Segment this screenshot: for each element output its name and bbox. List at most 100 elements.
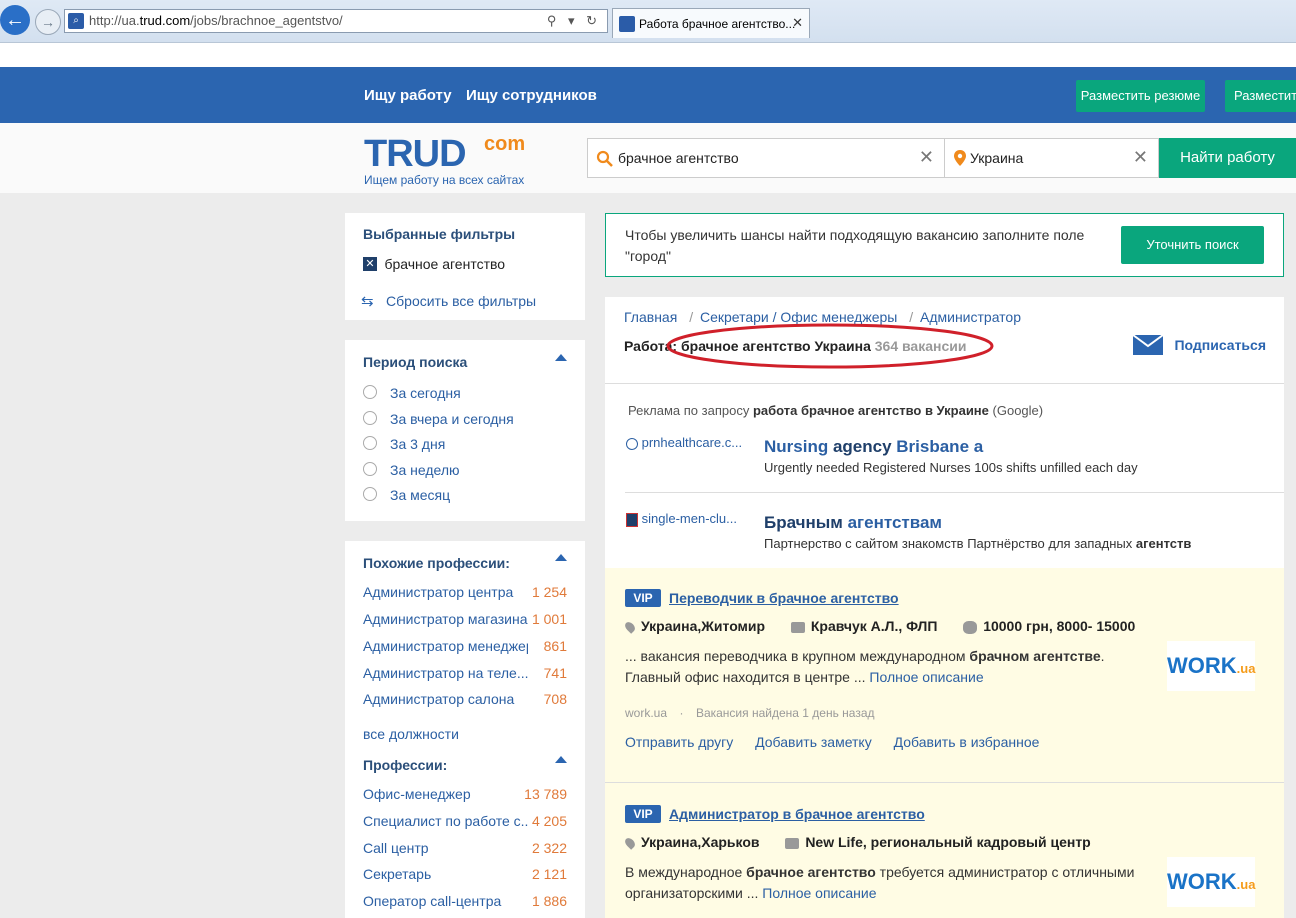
address-bar[interactable]: ⌕ http://ua.trud.com/jobs/brachnoe_agent…	[64, 9, 608, 33]
site-favicon-icon: ⌕	[68, 13, 84, 29]
back-arrow-icon[interactable]: ←	[0, 5, 30, 35]
search-area: TRUD com Ищем работу на всех сайтах брач…	[0, 123, 1296, 193]
similar-title: Похожие профессии:	[363, 555, 510, 571]
collapse-triangle-icon[interactable]	[555, 354, 567, 361]
search-period-panel: Период поиска За сегодня За вчера и сего…	[345, 340, 585, 521]
workua-logo[interactable]: WORK.ua	[1167, 857, 1255, 907]
collapse-triangle-icon[interactable]	[555, 756, 567, 763]
radio-month[interactable]	[363, 487, 377, 501]
workua-logo[interactable]: WORK.ua	[1167, 641, 1255, 691]
radio-3days[interactable]	[363, 436, 377, 450]
clear-query-icon[interactable]: ✕	[919, 147, 934, 168]
subscribe-link[interactable]: Подписаться	[1132, 334, 1266, 356]
radio-today[interactable]	[363, 385, 377, 399]
clear-location-icon[interactable]: ✕	[1133, 147, 1148, 168]
job-card: VIP Администратор в брачное агентство Ук…	[605, 783, 1284, 918]
period-option[interactable]: За 3 дня	[390, 436, 445, 452]
ad-desc: Urgently needed Registered Nurses 100s s…	[764, 460, 1138, 475]
search-input[interactable]: брачное агентство ✕	[587, 138, 945, 178]
ads-label: Реклама по запросу работа брачное агентс…	[628, 403, 1044, 418]
tab-title: Работа брачное агентство...	[639, 17, 796, 31]
results-header: Главная / Секретари / Офис менеджеры / А…	[605, 297, 1284, 384]
post-vacancy-button[interactable]: Разместить	[1225, 80, 1296, 112]
nav-find-job[interactable]: Ищу работу	[364, 87, 452, 104]
location-input[interactable]: Украина ✕	[944, 138, 1159, 178]
notice-text: Чтобы увеличить шансы найти подходящую в…	[625, 227, 1085, 264]
professions-panel: Похожие профессии: Администратор центра 1…	[345, 541, 585, 918]
job-title-link[interactable]: Переводчик в брачное агентство	[669, 590, 899, 606]
envelope-icon	[1132, 334, 1164, 355]
period-option[interactable]: За месяц	[390, 487, 450, 503]
list-item[interactable]: Оператор call-центра 1 886	[363, 893, 567, 909]
location-pin-icon	[954, 150, 966, 166]
red-ellipse-annotation	[666, 323, 994, 369]
post-resume-button[interactable]: Разместить резюме	[1076, 80, 1205, 112]
divider	[625, 492, 1284, 493]
list-item[interactable]: Администратор на теле... 741	[363, 665, 567, 681]
search-icon	[596, 150, 613, 167]
remove-filter-icon[interactable]: ✕	[363, 256, 377, 271]
period-option[interactable]: За вчера и сегодня	[390, 411, 514, 427]
find-job-button[interactable]: Найти работу	[1159, 138, 1296, 178]
ad-title[interactable]: Nursing agency Brisbane a	[764, 437, 983, 457]
period-option[interactable]: За неделю	[390, 462, 460, 478]
add-note-link[interactable]: Добавить заметку	[755, 734, 872, 750]
list-item[interactable]: Администратор центра 1 254	[363, 584, 567, 600]
address-actions-icon[interactable]: ⚲ ▾ ↻	[547, 13, 601, 29]
full-description-link[interactable]: Полное описание	[762, 885, 876, 901]
forward-arrow-icon[interactable]: →	[35, 9, 61, 35]
full-description-link[interactable]: Полное описание	[869, 669, 983, 685]
professions-title: Профессии:	[363, 757, 448, 773]
list-item[interactable]: Офис-менеджер 13 789	[363, 786, 567, 802]
job-description: В международное брачное агентство требуе…	[625, 864, 1135, 901]
ad-desc: Партнерство с сайтом знакомств Партнёрст…	[764, 536, 1192, 551]
browser-tab[interactable]: Работа брачное агентство... ✕	[612, 8, 810, 38]
vip-badge: VIP	[625, 805, 661, 823]
refresh-icon: ⇆	[361, 293, 374, 310]
job-source: work.ua · Вакансия найдена 1 день назад	[625, 706, 875, 720]
reset-filters-link[interactable]: ⇆ Сбросить все фильтры	[361, 292, 536, 311]
briefcase-icon	[785, 837, 800, 849]
nav-find-employees[interactable]: Ищу сотрудников	[466, 87, 597, 104]
list-item[interactable]: Специалист по работе с... 4 205	[363, 813, 567, 829]
all-positions-link[interactable]: все должности	[363, 726, 567, 742]
selected-filters-panel: Выбранные фильтры ✕ брачное агентство ⇆ …	[345, 213, 585, 320]
job-title-link[interactable]: Администратор в брачное агентство	[669, 806, 925, 822]
location-pin-icon	[623, 836, 637, 851]
browser-chrome: ← → ⌕ http://ua.trud.com/jobs/brachnoe_a…	[0, 0, 1296, 67]
radio-week[interactable]	[363, 462, 377, 476]
globe-icon	[626, 437, 638, 450]
selected-filters-title: Выбранные фильтры	[363, 226, 516, 242]
send-to-friend-link[interactable]: Отправить другу	[625, 734, 733, 750]
city-notice: Чтобы увеличить шансы найти подходящую в…	[605, 213, 1284, 277]
active-filter[interactable]: ✕ брачное агентство	[363, 255, 505, 273]
address-url[interactable]: http://ua.trud.com/jobs/brachnoe_agentst…	[89, 13, 343, 28]
list-item[interactable]: Администратор салона 708	[363, 691, 567, 707]
radio-yesterday[interactable]	[363, 411, 377, 425]
briefcase-icon	[790, 621, 805, 633]
list-item[interactable]: Call центр 2 322	[363, 840, 567, 856]
job-card: VIP Переводчик в брачное агентство Украи…	[605, 568, 1284, 783]
ad-site[interactable]: prnhealthcare.c...	[626, 435, 742, 450]
refine-search-button[interactable]: Уточнить поиск	[1121, 226, 1264, 264]
job-meta: Украина,Харьков New Life, региональный к…	[623, 834, 1091, 851]
job-description: ... вакансия переводчика в крупном между…	[625, 648, 1105, 685]
location-pin-icon	[623, 620, 637, 635]
trud-logo[interactable]: TRUD com Ищем работу на всех сайтах	[364, 133, 525, 187]
ad-site[interactable]: single-men-clu...	[626, 511, 737, 527]
collapse-triangle-icon[interactable]	[555, 554, 567, 561]
job-actions: Отправить другу Добавить заметку Добавит…	[625, 734, 1039, 750]
list-item[interactable]: Администратор менеджер 861	[363, 638, 567, 654]
ad-title[interactable]: Брачным агентствам	[764, 513, 942, 533]
period-option[interactable]: За сегодня	[390, 385, 461, 401]
period-title: Период поиска	[363, 354, 468, 370]
job-meta: Украина,Житомир Кравчук А.Л., ФЛП 10000 …	[623, 618, 1135, 635]
coins-icon	[963, 620, 978, 634]
list-item[interactable]: Секретарь 2 121	[363, 866, 567, 882]
close-icon[interactable]: ✕	[792, 15, 803, 31]
vip-badge: VIP	[625, 589, 661, 607]
tab-favicon-icon	[619, 16, 635, 32]
list-item[interactable]: Администратор магазина 1 001	[363, 611, 567, 627]
add-favorite-link[interactable]: Добавить в избранное	[894, 734, 1040, 750]
ads-block: Реклама по запросу работа брачное агентс…	[605, 384, 1284, 568]
